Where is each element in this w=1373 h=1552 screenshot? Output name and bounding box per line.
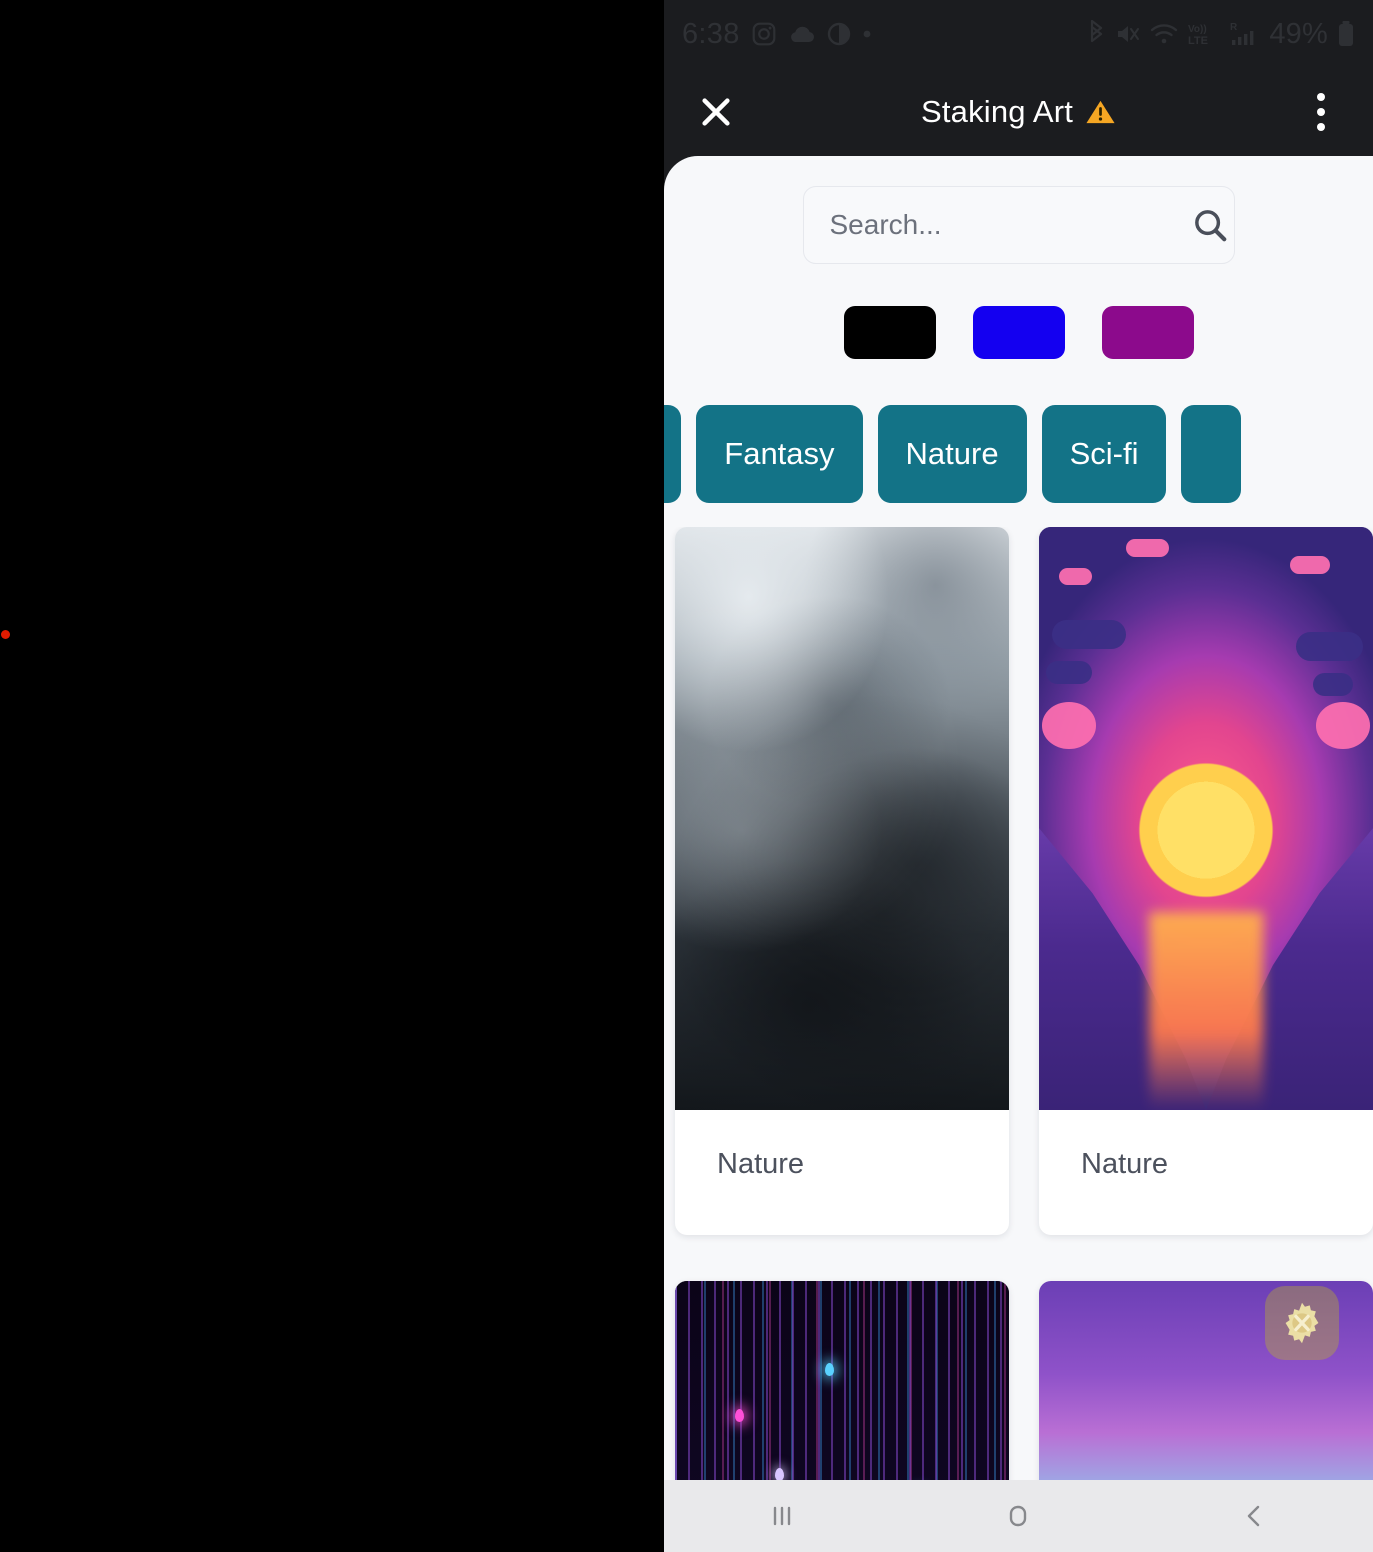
home-icon[interactable] xyxy=(963,1480,1073,1552)
category-chip-next[interactable] xyxy=(1181,405,1242,503)
artwork-thumbnail-neon-rain[interactable] xyxy=(675,1281,1009,1480)
artwork-card-label: Nature xyxy=(1081,1148,1169,1180)
status-bar-right: Vo)) LTE R 49% xyxy=(1086,18,1355,51)
battery-percent: 49% xyxy=(1269,17,1328,50)
menu-dot xyxy=(1317,93,1325,101)
settings-tools-icon[interactable] xyxy=(1265,1286,1339,1360)
status-bar-left: 6:38 xyxy=(682,18,872,51)
dot-icon xyxy=(862,29,872,39)
title-group: Staking Art xyxy=(664,94,1373,130)
sun-reflection-glow xyxy=(1149,911,1263,1110)
volte-icon: Vo)) LTE xyxy=(1187,21,1221,47)
cloud-shape xyxy=(1289,556,1330,574)
recents-icon[interactable] xyxy=(727,1480,837,1552)
battery-icon xyxy=(1337,20,1355,48)
search-input[interactable] xyxy=(829,209,1191,241)
artwork-thumbnail-synthwave-sunset[interactable] xyxy=(1039,527,1373,1110)
signal-icon: R xyxy=(1230,21,1260,47)
artwork-card-label: Nature xyxy=(717,1148,805,1180)
color-swatch-row xyxy=(664,264,1373,359)
color-swatch-blue[interactable] xyxy=(972,306,1065,359)
menu-dot xyxy=(1317,108,1325,116)
contrast-icon xyxy=(827,22,851,46)
rain-drop xyxy=(825,1362,835,1376)
menu-dot xyxy=(1317,123,1325,131)
cloud-shape xyxy=(1316,701,1370,749)
color-swatch-black[interactable] xyxy=(843,306,936,359)
close-button[interactable] xyxy=(690,86,742,138)
cloud-shape xyxy=(1125,538,1170,558)
chip-label: Sci-fi xyxy=(1069,436,1139,471)
phone-window: 6:38 Vo)) LTE R 49% Staking Art Search..… xyxy=(664,0,1373,1552)
artwork-card[interactable]: Nature xyxy=(1039,527,1373,1235)
mute-icon xyxy=(1115,21,1141,47)
category-chip-digital-art[interactable]: tal Art xyxy=(664,405,682,503)
wifi-icon xyxy=(1150,22,1178,46)
chip-label: Nature xyxy=(905,436,999,471)
category-chip-scroller[interactable]: tal Art Fantasy Nature Sci-fi xyxy=(664,405,1373,515)
instagram-icon xyxy=(751,21,777,47)
app-title-bar: Staking Art xyxy=(664,68,1373,156)
cloud-shape xyxy=(1059,567,1093,586)
search-row xyxy=(664,156,1373,264)
web-content-panel: tal Art Fantasy Nature Sci-fi Na xyxy=(664,156,1373,1480)
rain-drop xyxy=(775,1467,785,1480)
svg-text:Vo)): Vo)) xyxy=(1188,24,1207,35)
search-icon[interactable] xyxy=(1191,206,1229,244)
rain-drop xyxy=(735,1409,745,1423)
android-nav-bar xyxy=(664,1480,1373,1552)
search-box[interactable] xyxy=(802,186,1235,264)
artwork-thumbnail-storm-clouds[interactable] xyxy=(675,527,1009,1110)
cursor-pointer xyxy=(1,630,10,639)
page-title: Staking Art xyxy=(920,94,1074,129)
category-chip-fantasy[interactable]: Fantasy xyxy=(696,405,863,503)
cloud-shape xyxy=(1296,631,1363,662)
cloud-shape xyxy=(1045,661,1093,685)
category-chip-scifi[interactable]: Sci-fi xyxy=(1041,405,1167,503)
category-chip-nature[interactable]: Nature xyxy=(877,405,1027,503)
warning-triangle-icon xyxy=(1085,98,1116,126)
cloud-shape xyxy=(1042,701,1096,749)
svg-text:R: R xyxy=(1230,22,1238,33)
cloud-icon xyxy=(788,24,816,44)
artwork-card[interactable]: Nature xyxy=(675,527,1009,1235)
back-icon[interactable] xyxy=(1200,1480,1310,1552)
status-bar: 6:38 Vo)) LTE R 49% xyxy=(664,0,1373,68)
svg-text:LTE: LTE xyxy=(1188,35,1208,47)
artwork-card[interactable] xyxy=(675,1281,1009,1480)
status-time: 6:38 xyxy=(682,17,740,50)
screen: 6:38 Vo)) LTE R 49% Staking Art Search..… xyxy=(0,0,1373,1552)
cloud-shape xyxy=(1052,620,1126,650)
overflow-menu-button[interactable] xyxy=(1295,83,1347,141)
color-swatch-purple[interactable] xyxy=(1101,306,1194,359)
chip-label: Fantasy xyxy=(724,436,835,471)
bluetooth-icon xyxy=(1086,20,1106,48)
cloud-shape xyxy=(1312,672,1353,697)
